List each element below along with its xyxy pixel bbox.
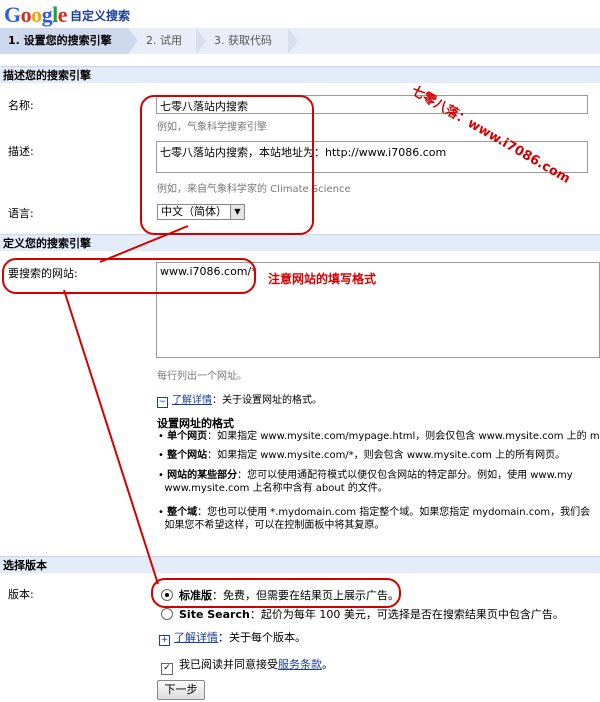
annotation-line xyxy=(63,289,159,585)
annotation-note: 注意网站的填写格式 xyxy=(268,272,377,286)
annotation-lines xyxy=(63,225,189,585)
annotation-line xyxy=(99,225,189,263)
